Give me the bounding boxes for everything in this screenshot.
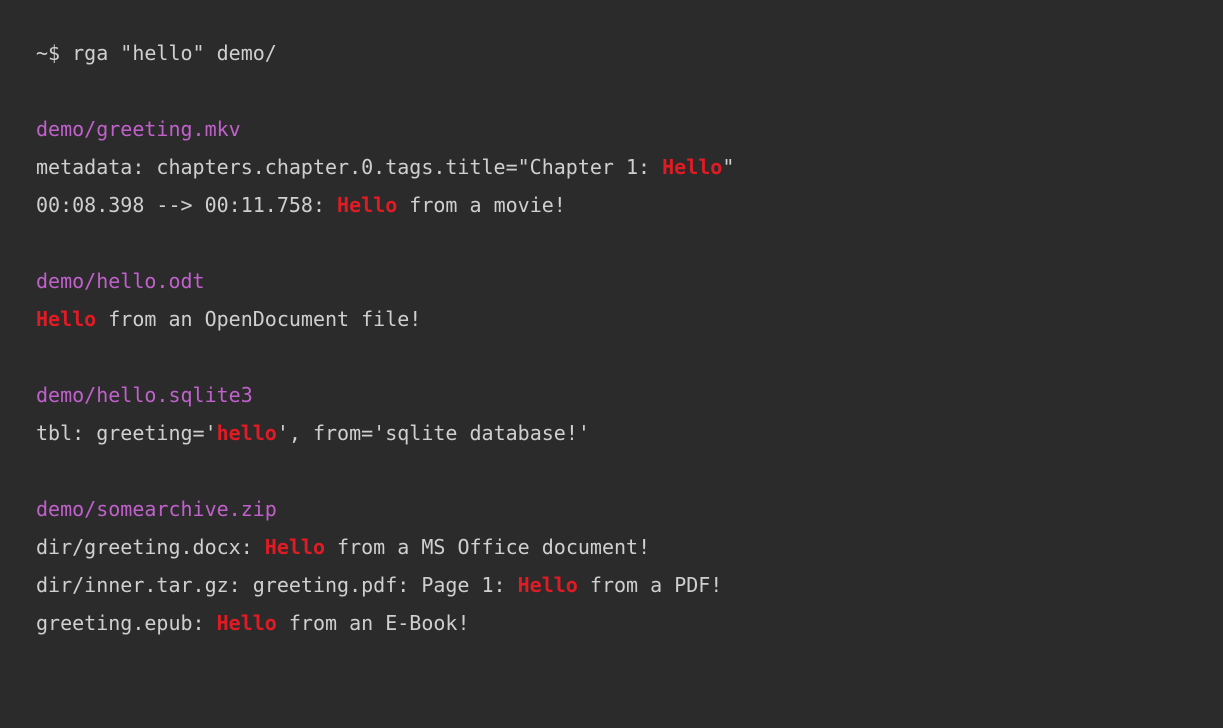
line-post: from a MS Office document!	[325, 535, 650, 559]
line-post: from a PDF!	[578, 573, 723, 597]
terminal-output: ~$ rga "hello" demo/ demo/greeting.mkv m…	[0, 0, 1223, 728]
result-line: Hello from an OpenDocument file!	[36, 307, 421, 331]
line-post: ', from='sqlite database!'	[277, 421, 590, 445]
line-pre: tbl: greeting='	[36, 421, 217, 445]
line-post: from an E-Book!	[277, 611, 470, 635]
line-pre: greeting.epub:	[36, 611, 217, 635]
shell-prompt: ~$ rga "hello" demo/	[36, 41, 277, 65]
result-file-2: demo/hello.sqlite3	[36, 383, 253, 407]
blank-line	[36, 72, 1187, 110]
result-line: dir/greeting.docx: Hello from a MS Offic…	[36, 535, 650, 559]
match-highlight: Hello	[217, 611, 277, 635]
line-pre: dir/greeting.docx:	[36, 535, 265, 559]
blank-line	[36, 338, 1187, 376]
result-line: tbl: greeting='hello', from='sqlite data…	[36, 421, 590, 445]
result-line: metadata: chapters.chapter.0.tags.title=…	[36, 155, 734, 179]
line-pre: 00:08.398 --> 00:11.758:	[36, 193, 337, 217]
match-highlight: Hello	[337, 193, 397, 217]
match-highlight: Hello	[265, 535, 325, 559]
match-highlight: Hello	[36, 307, 96, 331]
line-post: from an OpenDocument file!	[96, 307, 421, 331]
line-pre: dir/inner.tar.gz: greeting.pdf: Page 1:	[36, 573, 518, 597]
match-highlight: Hello	[518, 573, 578, 597]
result-file-1: demo/hello.odt	[36, 269, 205, 293]
line-pre: metadata: chapters.chapter.0.tags.title=…	[36, 155, 662, 179]
result-file-3: demo/somearchive.zip	[36, 497, 277, 521]
blank-line	[36, 224, 1187, 262]
match-highlight: hello	[217, 421, 277, 445]
result-file-0: demo/greeting.mkv	[36, 117, 241, 141]
match-highlight: Hello	[662, 155, 722, 179]
blank-line	[36, 452, 1187, 490]
prompt-symbol: ~$	[36, 41, 72, 65]
line-post: from a movie!	[397, 193, 566, 217]
result-line: greeting.epub: Hello from an E-Book!	[36, 611, 470, 635]
line-post: "	[722, 155, 734, 179]
result-line: 00:08.398 --> 00:11.758: Hello from a mo…	[36, 193, 566, 217]
result-line: dir/inner.tar.gz: greeting.pdf: Page 1: …	[36, 573, 722, 597]
command-text: rga "hello" demo/	[72, 41, 277, 65]
